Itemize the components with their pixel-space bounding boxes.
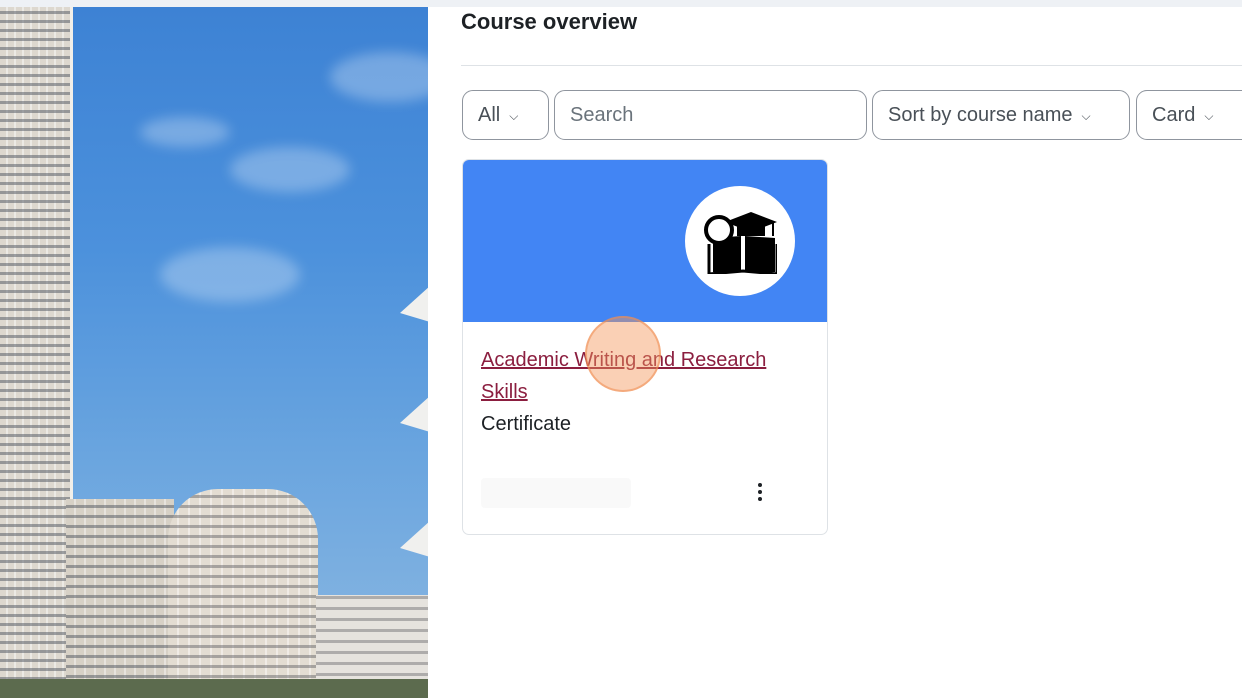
page-title: Course overview [461,9,638,34]
search-box[interactable] [554,90,867,140]
chevron-down-icon: ⌵ [1081,108,1091,123]
cloud [160,247,300,302]
chevron-down-icon: ⌵ [509,108,519,123]
divider [461,65,1242,66]
vertical-dots-icon [758,490,762,494]
course-card-body: Academic Writing and Research Skills Cer… [481,344,801,440]
ground [0,679,428,698]
view-dropdown-label: Card [1152,103,1196,126]
building [66,499,174,698]
view-dropdown[interactable]: Card ⌵ [1136,90,1242,140]
cloud [330,52,428,102]
sail-structure [400,277,428,325]
course-actions-button[interactable] [749,475,771,509]
chevron-down-icon: ⌵ [1204,108,1214,123]
building [168,489,318,698]
grouping-dropdown[interactable]: All ⌵ [462,90,549,140]
sail-structure [400,387,428,435]
search-input[interactable] [570,103,851,127]
vertical-dots-icon [758,483,762,487]
course-category: Certificate [481,413,572,435]
cloud [140,117,230,147]
course-name-link[interactable]: Academic Writing and Research Skills [481,344,801,408]
course-progress-placeholder [481,478,631,508]
sail-structure [400,512,428,560]
course-card-banner[interactable] [463,160,827,322]
skyscraper [0,7,73,698]
sort-dropdown-label: Sort by course name [888,103,1073,126]
cloud [230,147,350,192]
top-strip [0,0,1242,7]
grouping-dropdown-label: All [478,103,501,126]
course-logo [685,186,795,296]
background-photo [0,7,428,698]
vertical-dots-icon [758,497,762,501]
course-card: Academic Writing and Research Skills Cer… [462,159,828,535]
sort-dropdown[interactable]: Sort by course name ⌵ [872,90,1130,140]
graduation-book-search-icon [704,212,777,274]
